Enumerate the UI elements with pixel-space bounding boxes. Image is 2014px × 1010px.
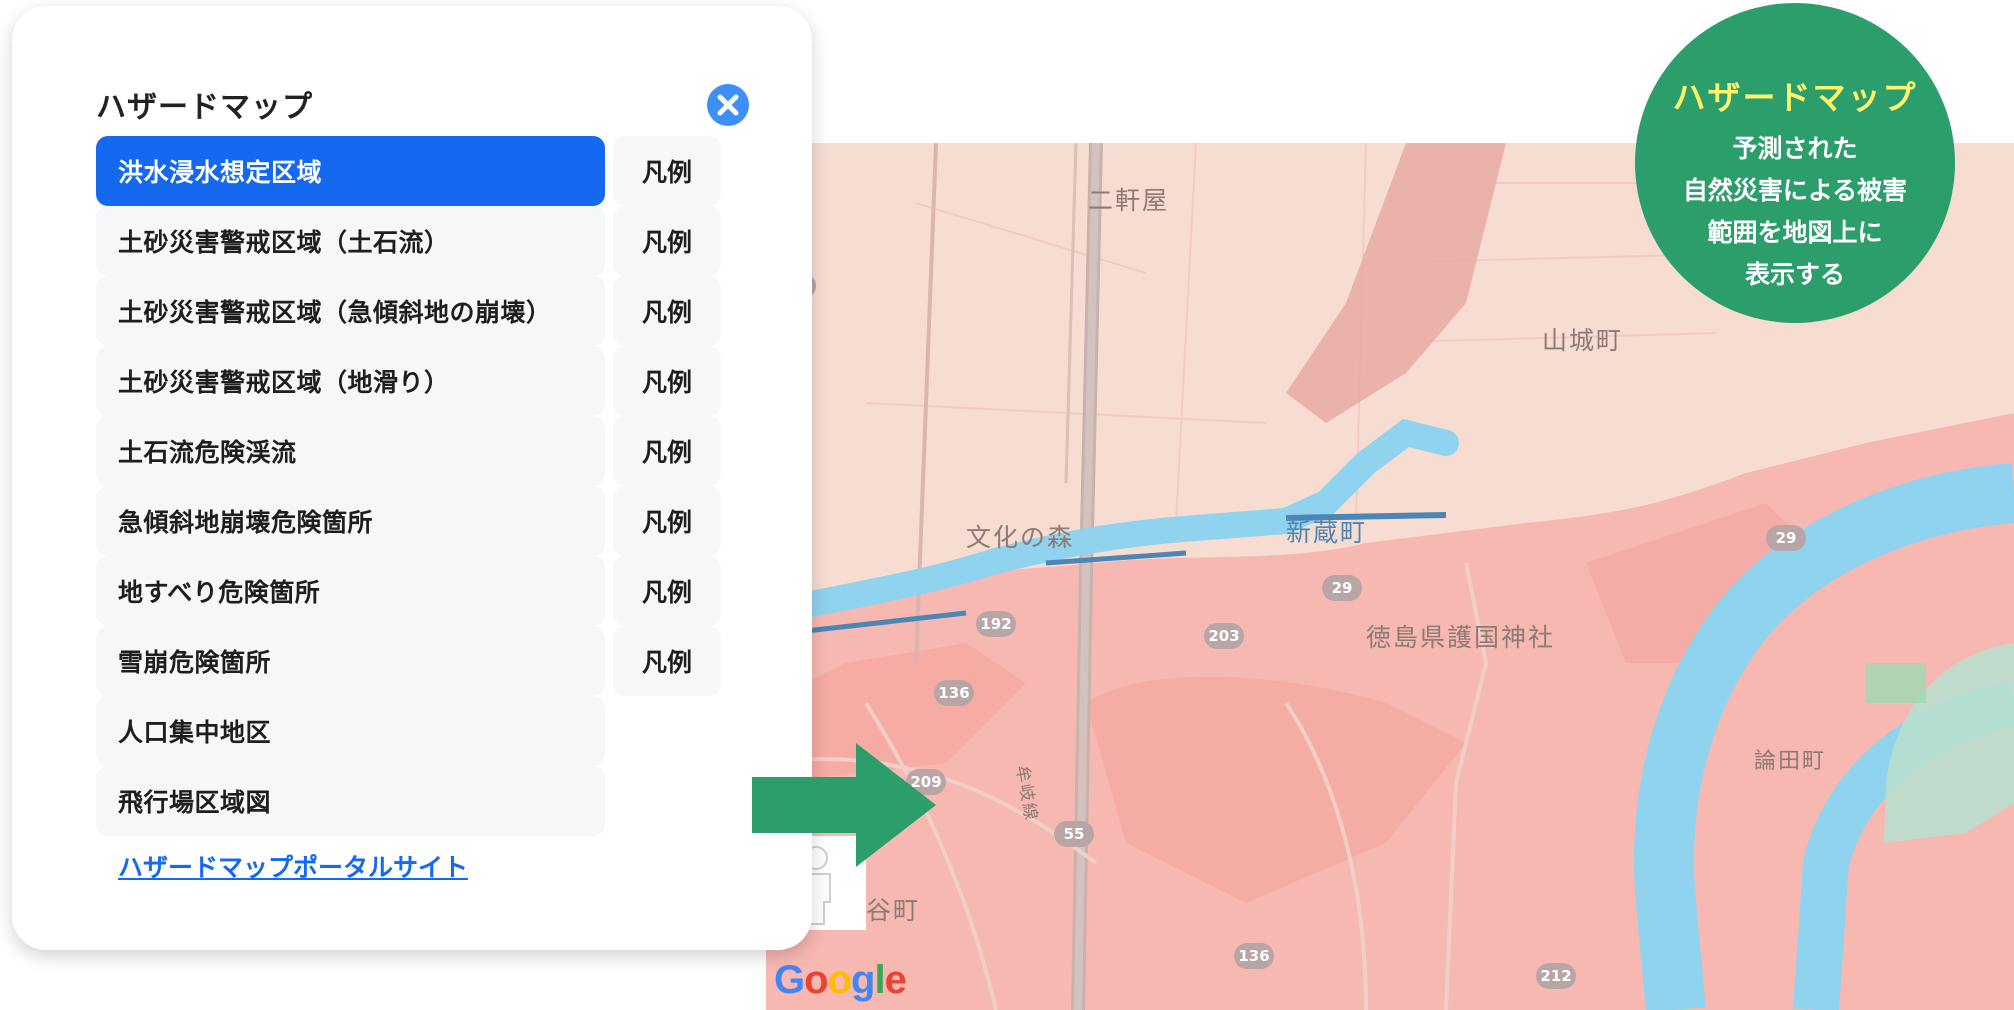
badge-line: 表示する — [1744, 260, 1845, 289]
google-logo: Google — [774, 958, 907, 1002]
hazard-info-badge: ハザードマップ 予測された 自然災害による被害 範囲を地図上に 表示する — [1635, 3, 1955, 323]
map-label-tani: 谷町 — [866, 896, 921, 925]
layer-flood[interactable]: 洪水浸水想定区域 — [96, 136, 605, 206]
road-badge-212: 212 — [1536, 963, 1576, 989]
road-badge-55: 55 — [1054, 821, 1094, 847]
badge-line: 予測された — [1732, 134, 1858, 163]
road-badge-29: 29 — [1322, 575, 1362, 601]
layer-debris-flow-stream[interactable]: 土石流危険渓流 — [96, 416, 605, 486]
legend-button[interactable]: 凡例 — [613, 136, 721, 206]
legend-button[interactable]: 凡例 — [613, 486, 721, 556]
badge-title: ハザードマップ — [1672, 78, 1918, 117]
layer-sediment-steep-slope[interactable]: 土砂災害警戒区域（急傾斜地の崩壊） — [96, 276, 605, 346]
layer-steep-slope-danger[interactable]: 急傾斜地崩壊危険箇所 — [96, 486, 605, 556]
legend-button[interactable]: 凡例 — [613, 346, 721, 416]
legend-button[interactable]: 凡例 — [613, 206, 721, 276]
hazard-map-panel: ハザードマップ 洪水浸水想定区域 凡例 土砂災害警戒区域（土石流） 凡例 土砂災… — [12, 6, 812, 950]
legend-button[interactable]: 凡例 — [613, 626, 721, 696]
map-label-yamashiro: 山城町 — [1542, 326, 1624, 355]
road-badge-136: 136 — [934, 680, 974, 706]
road-badge-136-south: 136 — [1234, 943, 1274, 969]
right-arrow-icon — [752, 743, 936, 867]
badge-description: 予測された 自然災害による被害 範囲を地図上に 表示する — [1635, 128, 1955, 296]
badge-line: 自然災害による被害 — [1682, 176, 1908, 205]
map-label-shinkura: 新蔵町 — [1286, 518, 1368, 547]
close-button[interactable] — [707, 84, 749, 126]
road-badge-203: 203 — [1204, 623, 1244, 649]
road-badge-192: 192 — [976, 611, 1016, 637]
layer-sediment-debris-flow[interactable]: 土砂災害警戒区域（土石流） — [96, 206, 605, 276]
layer-airport-area[interactable]: 飛行場区域図 — [96, 766, 605, 836]
layer-avalanche-danger[interactable]: 雪崩危険箇所 — [96, 626, 605, 696]
legend-button[interactable]: 凡例 — [613, 556, 721, 626]
legend-button[interactable]: 凡例 — [613, 416, 721, 486]
map-label-ronden: 論田町 — [1754, 749, 1827, 774]
map-label-bunka: 文化の森 — [966, 523, 1075, 552]
road-badge-29-east: 29 — [1766, 525, 1806, 551]
layer-landslide-danger[interactable]: 地すべり危険箇所 — [96, 556, 605, 626]
map-label-nikenya: 二軒屋 — [1088, 186, 1170, 215]
badge-line: 範囲を地図上に — [1707, 218, 1883, 247]
layer-densely-inhabited[interactable]: 人口集中地区 — [96, 696, 605, 766]
map-label-gokoku: 徳島県護国神社 — [1366, 623, 1556, 652]
hazard-portal-link[interactable]: ハザードマップポータルサイト — [118, 848, 468, 884]
legend-button[interactable]: 凡例 — [613, 276, 721, 346]
layer-sediment-landslide[interactable]: 土砂災害警戒区域（地滑り） — [96, 346, 605, 416]
panel-title: ハザードマップ — [96, 90, 313, 125]
close-icon — [717, 94, 739, 116]
